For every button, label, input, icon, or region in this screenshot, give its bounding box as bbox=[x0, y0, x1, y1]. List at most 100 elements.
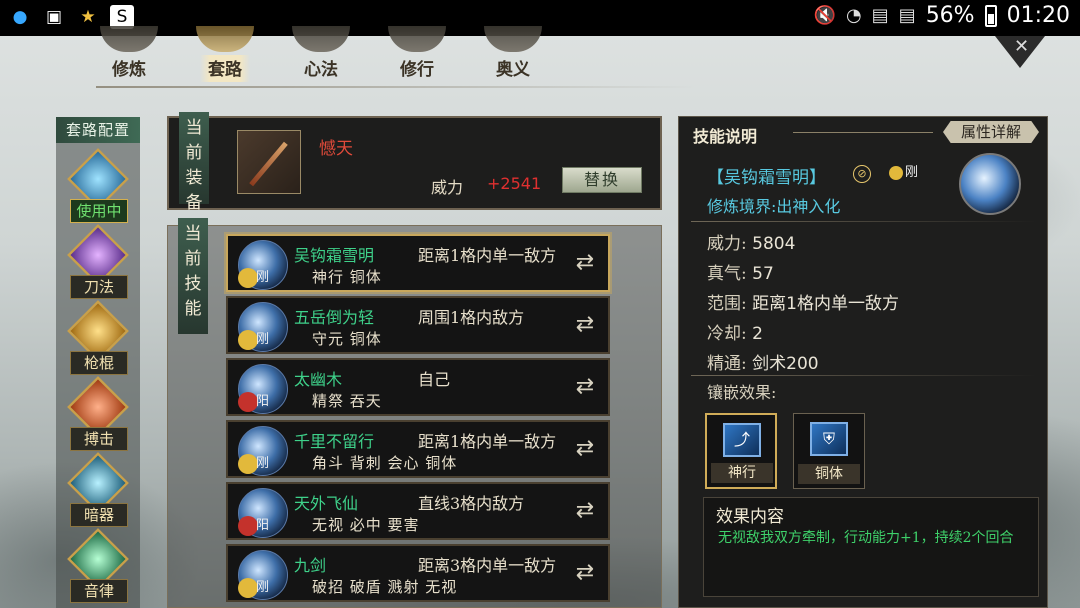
skill-range: 周围1格内敌方 bbox=[418, 308, 525, 327]
skill-row[interactable]: 阳 太幽木 自己 精祭 吞天 ⇄ bbox=[226, 358, 610, 416]
detail-title: 技能说明 bbox=[693, 127, 758, 146]
battery-percent: 56% bbox=[925, 3, 975, 28]
skill-row[interactable]: 阳 天外飞仙 直线3格内敌方无视 必中 要害 ⇄ bbox=[226, 482, 610, 540]
tab-emblem-icon bbox=[100, 26, 158, 52]
stat-power: 威力: 5804 bbox=[707, 234, 796, 254]
weapon-name: 憾天 bbox=[319, 139, 353, 159]
sidebar-title: 套路配置 bbox=[56, 117, 140, 143]
slash-circle-icon: ⊘ bbox=[853, 165, 871, 183]
mute-icon: 🔇 bbox=[813, 5, 836, 26]
battery-icon bbox=[984, 4, 997, 27]
swap-icon[interactable]: ⇄ bbox=[570, 312, 600, 338]
power-label: 威力 bbox=[431, 178, 464, 197]
skill-range: 直线3格内敌方 bbox=[418, 494, 525, 513]
skill-element: 阳 bbox=[256, 518, 270, 533]
skill-detail-panel: 技能说明 属性详解 【吴钩霜雪明】 ⊘ 刚 修炼境界:出神入化 威力: 5804… bbox=[678, 116, 1048, 608]
gallery-icon: ▣ bbox=[45, 7, 63, 27]
category-spear-staff[interactable]: 枪棍 bbox=[66, 300, 130, 377]
skill-element: 阳 bbox=[256, 394, 270, 409]
skill-range: 距离3格内单一敌方 bbox=[418, 556, 557, 575]
element-badge-icon bbox=[889, 165, 903, 180]
stat-mastery: 精通: 剑术200 bbox=[707, 354, 819, 374]
effect-title: 效果内容 bbox=[716, 507, 784, 527]
detail-element: 刚 bbox=[889, 161, 918, 180]
element-badge-icon bbox=[238, 330, 258, 350]
element-badge-icon bbox=[238, 516, 258, 536]
skill-tags: 神行 铜体 bbox=[312, 268, 382, 286]
inlay-title: 镶嵌效果: bbox=[707, 383, 777, 402]
tab-practice[interactable]: 修行 bbox=[378, 26, 456, 82]
skill-name: 千里不留行 bbox=[294, 432, 375, 451]
shield-icon: ⛨ bbox=[810, 422, 848, 456]
replace-button[interactable]: 替换 bbox=[562, 167, 642, 193]
skill-row[interactable]: 刚 九剑 距离3格内单一敌方 破招 破盾 溅射 无视 ⇄ bbox=[226, 544, 610, 602]
sim2-icon: ▤ bbox=[898, 5, 916, 26]
category-music[interactable]: 音律 bbox=[66, 528, 130, 605]
divider bbox=[691, 375, 1037, 376]
skill-tags: 精祭 吞天 bbox=[312, 392, 382, 410]
tab-emblem-icon bbox=[292, 26, 350, 52]
category-fist[interactable]: 搏击 bbox=[66, 376, 130, 453]
element-badge-icon bbox=[238, 578, 258, 598]
title-divider bbox=[793, 132, 933, 133]
close-icon: ✕ bbox=[1014, 36, 1030, 57]
skill-orb-icon bbox=[959, 153, 1021, 215]
element-badge-icon bbox=[238, 454, 258, 474]
skill-element: 刚 bbox=[256, 270, 270, 285]
tab-routine[interactable]: 套路 bbox=[186, 26, 264, 82]
stat-range: 范围: 距离1格内单一敌方 bbox=[707, 294, 899, 314]
swap-icon[interactable]: ⇄ bbox=[570, 560, 600, 586]
swap-icon[interactable]: ⇄ bbox=[570, 374, 600, 400]
skill-range: 距离1格内单一敌方 bbox=[418, 432, 557, 451]
tab-cultivate[interactable]: 修炼 bbox=[90, 26, 168, 82]
effect-box: 效果内容 无视敌我双方牵制，行动能力+1，持续2个回合 bbox=[703, 497, 1039, 597]
element-badge-icon bbox=[238, 268, 258, 288]
category-in-use[interactable]: 使用中 bbox=[66, 148, 130, 225]
cultivation-realm: 修炼境界:出神入化 bbox=[707, 197, 841, 216]
category-hidden-weapon[interactable]: 暗器 bbox=[66, 452, 130, 529]
skills-section-label: 当前技能 bbox=[178, 218, 208, 334]
clock: 01:20 bbox=[1006, 3, 1070, 28]
skill-tags: 守元 铜体 bbox=[312, 330, 382, 348]
current-equipment-panel: 当前装备 憾天 威力 +2541 替换 bbox=[167, 112, 662, 213]
close-button[interactable]: ✕ bbox=[995, 36, 1045, 68]
tab-emblem-icon bbox=[196, 26, 254, 52]
skill-row[interactable]: 刚 五岳倒为轻 周围1格内敌方守元 铜体 ⇄ bbox=[226, 296, 610, 354]
inlay-slot-shenxing[interactable]: ⤴ 神行 bbox=[705, 413, 777, 489]
nav-divider bbox=[96, 86, 696, 88]
swap-icon[interactable]: ⇄ bbox=[570, 436, 600, 462]
skill-tags: 角斗 背刺 会心 铜体 bbox=[312, 454, 458, 472]
inlay-slot-tongti[interactable]: ⛨ 铜体 bbox=[793, 413, 865, 489]
effect-text: 无视敌我双方牵制，行动能力+1，持续2个回合 bbox=[718, 530, 1014, 546]
skill-row[interactable]: 刚 千里不留行 距离1格内单一敌方 角斗 背刺 会心 铜体 ⇄ bbox=[226, 420, 610, 478]
star-icon: ★ bbox=[80, 7, 96, 27]
power-value: +2541 bbox=[487, 174, 542, 193]
tab-mystery[interactable]: 奥义 bbox=[474, 26, 552, 82]
skill-name: 九剑 bbox=[294, 556, 327, 575]
element-badge-icon bbox=[238, 392, 258, 412]
skill-name: 五岳倒为轻 bbox=[294, 308, 375, 327]
skill-name: 吴钩霜雪明 bbox=[294, 246, 375, 265]
swap-icon[interactable]: ⇄ bbox=[570, 250, 600, 276]
skill-row[interactable]: 刚 吴钩霜雪明 距离1格内单一敌方神行 铜体 ⇄ bbox=[226, 234, 610, 292]
category-saber[interactable]: 刀法 bbox=[66, 224, 130, 301]
boot-icon: ⤴ bbox=[723, 423, 761, 457]
skill-range: 自己 bbox=[418, 370, 451, 389]
stat-cooldown: 冷却: 2 bbox=[707, 324, 763, 344]
attribute-detail-button[interactable]: 属性详解 bbox=[943, 121, 1039, 143]
skill-element: 刚 bbox=[256, 332, 270, 347]
skill-name: 天外飞仙 bbox=[294, 494, 359, 513]
detail-skill-name: 【吴钩霜雪明】 bbox=[707, 168, 826, 188]
current-skills-panel: 当前技能 刚吴钩霜雪明 距离1格内单一敌方 神行 铜体 ⇄ 刚五岳倒为轻 周围1格内敌方守… bbox=[167, 218, 662, 608]
tab-mindset[interactable]: 心法 bbox=[282, 26, 360, 82]
skill-tags: 无视 必中 要害 bbox=[312, 516, 420, 534]
sim-icon: ▤ bbox=[871, 5, 889, 26]
sword-icon[interactable] bbox=[237, 130, 301, 194]
skill-range: 距离1格内单一敌方 bbox=[418, 246, 557, 265]
qq-icon: ● bbox=[12, 7, 28, 27]
routine-sidebar: 套路配置 使用中 刀法 枪棍 搏击 暗器 音律 bbox=[56, 117, 140, 608]
equipment-section-label: 当前装备 bbox=[179, 112, 209, 213]
skill-tags: 破招 破盾 溅射 无视 bbox=[312, 578, 458, 596]
tab-emblem-icon bbox=[484, 26, 542, 52]
swap-icon[interactable]: ⇄ bbox=[570, 498, 600, 524]
